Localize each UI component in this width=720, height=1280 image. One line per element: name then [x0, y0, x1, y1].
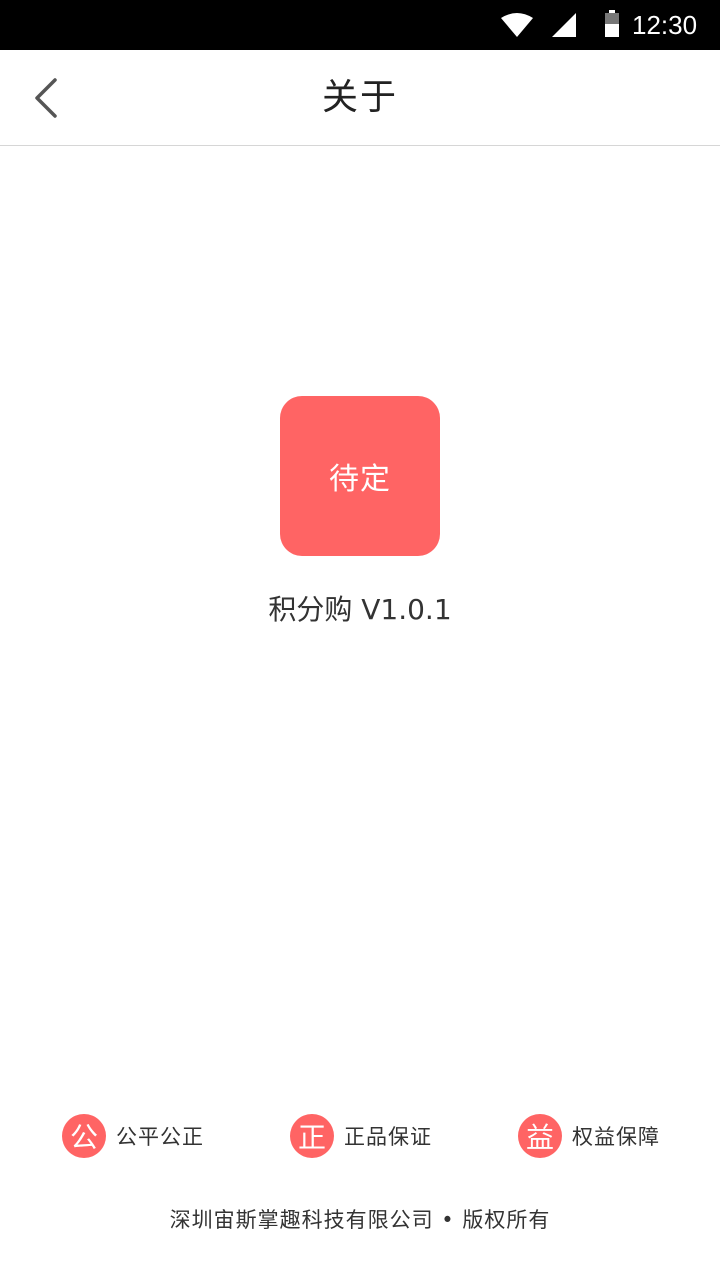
fair-badge-icon: 公: [62, 1114, 106, 1158]
feature-list: 公 公平公正 正 正品保证 益 权益保障: [0, 1112, 720, 1160]
battery-icon: [605, 10, 619, 37]
page-title: 关于: [321, 77, 398, 118]
genuine-badge-icon: 正: [290, 1114, 334, 1158]
wifi-icon: [501, 13, 533, 37]
copyright-text: 深圳宙斯掌趣科技有限公司 • 版权所有: [169, 1208, 551, 1232]
app-bar: 关于: [0, 50, 720, 146]
feature-label: 正品保证: [344, 1125, 432, 1149]
feature-fair: 公 公平公正: [62, 1112, 204, 1160]
feature-genuine: 正 正品保证: [290, 1112, 432, 1160]
rights-badge-icon: 益: [518, 1114, 562, 1158]
feature-label: 权益保障: [572, 1125, 660, 1149]
chevron-left-icon: [35, 78, 57, 118]
app-logo: 待定: [280, 396, 440, 556]
back-button[interactable]: [16, 68, 76, 128]
status-time: 12:30: [632, 10, 698, 40]
feature-rights: 益 权益保障: [518, 1112, 660, 1160]
signal-icon: [552, 13, 576, 37]
feature-label: 公平公正: [116, 1125, 204, 1149]
app-version: 积分购 V1.0.1: [268, 593, 452, 626]
status-bar: 12:30: [0, 0, 720, 50]
app-logo-text: 待定: [329, 462, 391, 497]
